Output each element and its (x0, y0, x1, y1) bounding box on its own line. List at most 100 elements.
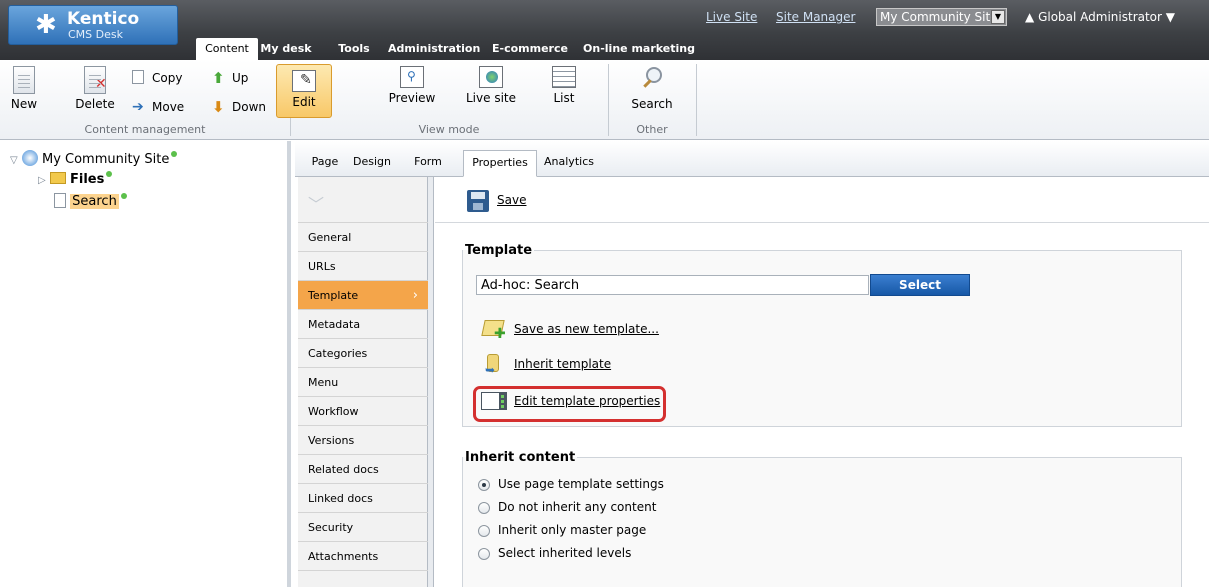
property-versions[interactable]: Versions (298, 426, 428, 455)
content-tree: ▽ My Community Site ▷ Files Search (0, 141, 290, 587)
ribbon-toolbar: New ✕ Delete Copy ➔ Move ⬆ Up ⬇ Down Con… (0, 60, 1209, 140)
inherit-template-icon: ➥ (481, 352, 507, 376)
property-attachments[interactable]: Attachments (298, 542, 428, 571)
delete-button[interactable]: ✕ Delete (74, 66, 116, 111)
radio-label: Inherit only master page (498, 523, 647, 537)
property-categories[interactable]: Categories (298, 339, 428, 368)
select-template-button[interactable]: Select (870, 274, 970, 296)
arrow-right-icon: ➔ (132, 99, 144, 115)
tab-my-desk[interactable]: My desk (260, 38, 312, 60)
menu-border (428, 177, 434, 587)
template-name-field[interactable] (476, 275, 869, 295)
edit-pencil-icon: ✎ (292, 70, 316, 92)
expand-triangle-icon[interactable]: ▷ (38, 175, 46, 186)
new-button-label: New (10, 97, 38, 111)
chevron-right-icon: › (412, 288, 418, 303)
tab-analytics[interactable]: Analytics (541, 150, 597, 177)
top-header: ✱ Kentico CMS Desk Live Site Site Manage… (0, 0, 1209, 60)
down-button[interactable]: ⬇ Down (210, 98, 266, 116)
new-document-icon (13, 66, 35, 94)
tab-form[interactable]: Form (397, 150, 459, 177)
tab-content[interactable]: Content (196, 38, 258, 60)
tree-node-search[interactable]: Search (54, 193, 127, 211)
property-urls[interactable]: URLs (298, 252, 428, 281)
chevron-down-icon[interactable]: ﹀ (308, 191, 324, 215)
copy-button[interactable]: Copy (130, 69, 182, 87)
brand-name: Kentico (67, 9, 140, 29)
site-selector[interactable]: My Community Site ▼ (876, 8, 1007, 26)
property-linked-docs[interactable]: Linked docs (298, 484, 428, 513)
tab-design[interactable]: Design (349, 150, 395, 177)
view-mode-group-label: View mode (418, 123, 480, 136)
tab-page[interactable]: Page (305, 150, 345, 177)
page-icon (54, 193, 66, 208)
menu-collapse[interactable]: ﹀ (298, 177, 428, 223)
tab-e-commerce[interactable]: E-commerce (488, 38, 572, 60)
property-metadata[interactable]: Metadata (298, 310, 428, 339)
property-menu[interactable]: Menu (298, 368, 428, 397)
up-button-label: Up (232, 71, 249, 85)
preview-button[interactable]: ⚲ Preview (384, 66, 440, 105)
list-button[interactable]: List (540, 66, 588, 105)
site-manager-link[interactable]: Site Manager (776, 10, 855, 24)
radio-label: Use page template settings (498, 477, 664, 491)
search-button[interactable]: Search (624, 66, 680, 111)
search-button-label: Search (631, 97, 673, 111)
preview-icon: ⚲ (400, 66, 424, 88)
folder-icon (49, 172, 66, 184)
published-status-icon (120, 193, 127, 199)
ribbon-separator (696, 64, 697, 136)
template-legend: Template (465, 243, 533, 258)
edit-button[interactable]: ✎ Edit (276, 64, 332, 118)
list-button-label: List (553, 91, 575, 105)
property-security[interactable]: Security (298, 513, 428, 542)
globe-icon (21, 150, 38, 166)
preview-button-label: Preview (388, 91, 436, 105)
down-button-label: Down (232, 100, 267, 114)
search-icon (639, 66, 665, 94)
chevron-down-icon: ▼ (1165, 10, 1176, 24)
tab-online-marketing[interactable]: On-line marketing (582, 38, 696, 60)
live-site-button[interactable]: Live site (460, 66, 522, 105)
radio-button[interactable] (478, 548, 490, 560)
save-link[interactable]: Save (497, 193, 526, 207)
move-button[interactable]: ➔ Move (130, 98, 184, 116)
move-button-label: Move (152, 100, 185, 114)
kentico-logo[interactable]: ✱ Kentico CMS Desk (8, 5, 178, 45)
published-status-icon (106, 171, 113, 177)
tree-splitter[interactable]: ◀ (287, 141, 291, 587)
edit-button-label: Edit (292, 95, 316, 109)
radio-button[interactable] (478, 502, 490, 514)
property-template[interactable]: Template › (298, 281, 428, 310)
save-icon[interactable] (467, 190, 489, 212)
tab-properties[interactable]: Properties (463, 150, 537, 177)
live-site-link[interactable]: Live Site (706, 10, 757, 24)
arrow-down-icon: ⬇ (212, 98, 225, 116)
radio-button[interactable] (478, 479, 490, 491)
property-general[interactable]: General (298, 223, 428, 252)
user-menu[interactable]: ▲ Global Administrator ▼ (1025, 10, 1175, 24)
tree-node-label: My Community Site (41, 152, 170, 167)
radio-label: Select inherited levels (498, 546, 632, 560)
copy-icon (132, 70, 144, 84)
user-name: Global Administrator (1038, 10, 1162, 24)
property-related-docs[interactable]: Related docs (298, 455, 428, 484)
collapse-triangle-icon[interactable]: ▽ (10, 155, 18, 166)
delete-document-icon: ✕ (84, 66, 107, 94)
radio-button[interactable] (478, 525, 490, 537)
chevron-down-icon[interactable]: ▼ (991, 10, 1005, 24)
inherit-template-label: Inherit template (514, 357, 612, 371)
tab-tools[interactable]: Tools (334, 38, 374, 60)
tab-administration[interactable]: Administration (388, 38, 480, 60)
properties-content: Save Template Select ✚ Save as new templ… (435, 177, 1209, 587)
save-as-new-template-label: Save as new template... (514, 322, 659, 336)
save-bar: Save (435, 177, 1209, 223)
published-status-icon (171, 151, 178, 157)
tree-node-files[interactable]: ▷ Files (38, 171, 113, 189)
up-button[interactable]: ⬆ Up (210, 69, 248, 87)
copy-button-label: Copy (152, 71, 183, 85)
tree-node-root[interactable]: ▽ My Community Site (10, 150, 178, 168)
new-button[interactable]: New (8, 66, 40, 111)
property-workflow[interactable]: Workflow (298, 397, 428, 426)
other-group-label: Other (636, 123, 668, 136)
